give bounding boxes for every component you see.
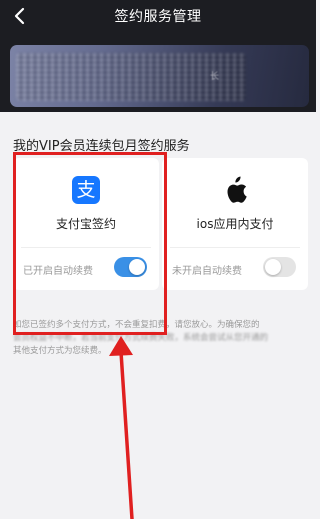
banner-blurred-text: 长	[210, 72, 220, 82]
annotation-highlight-box	[13, 152, 167, 335]
member-info-banner: 长	[10, 45, 309, 107]
header: 签约服务管理 长	[0, 0, 316, 112]
ios-autorenew-toggle[interactable]	[263, 257, 296, 277]
ios-payment-card[interactable]: ios应用内支付 未开启自动续费	[162, 158, 308, 290]
ios-autorenew-status: 未开启自动续费	[172, 266, 242, 277]
toggle-knob	[265, 259, 281, 275]
page-title: 签约服务管理	[114, 9, 202, 25]
card-divider	[170, 247, 300, 248]
notice-line: 其他支付方式为您续费。	[13, 346, 107, 356]
nav-bar: 签约服务管理	[0, 0, 316, 32]
apple-icon	[227, 176, 247, 203]
ios-card-name: ios应用内支付	[196, 217, 274, 231]
